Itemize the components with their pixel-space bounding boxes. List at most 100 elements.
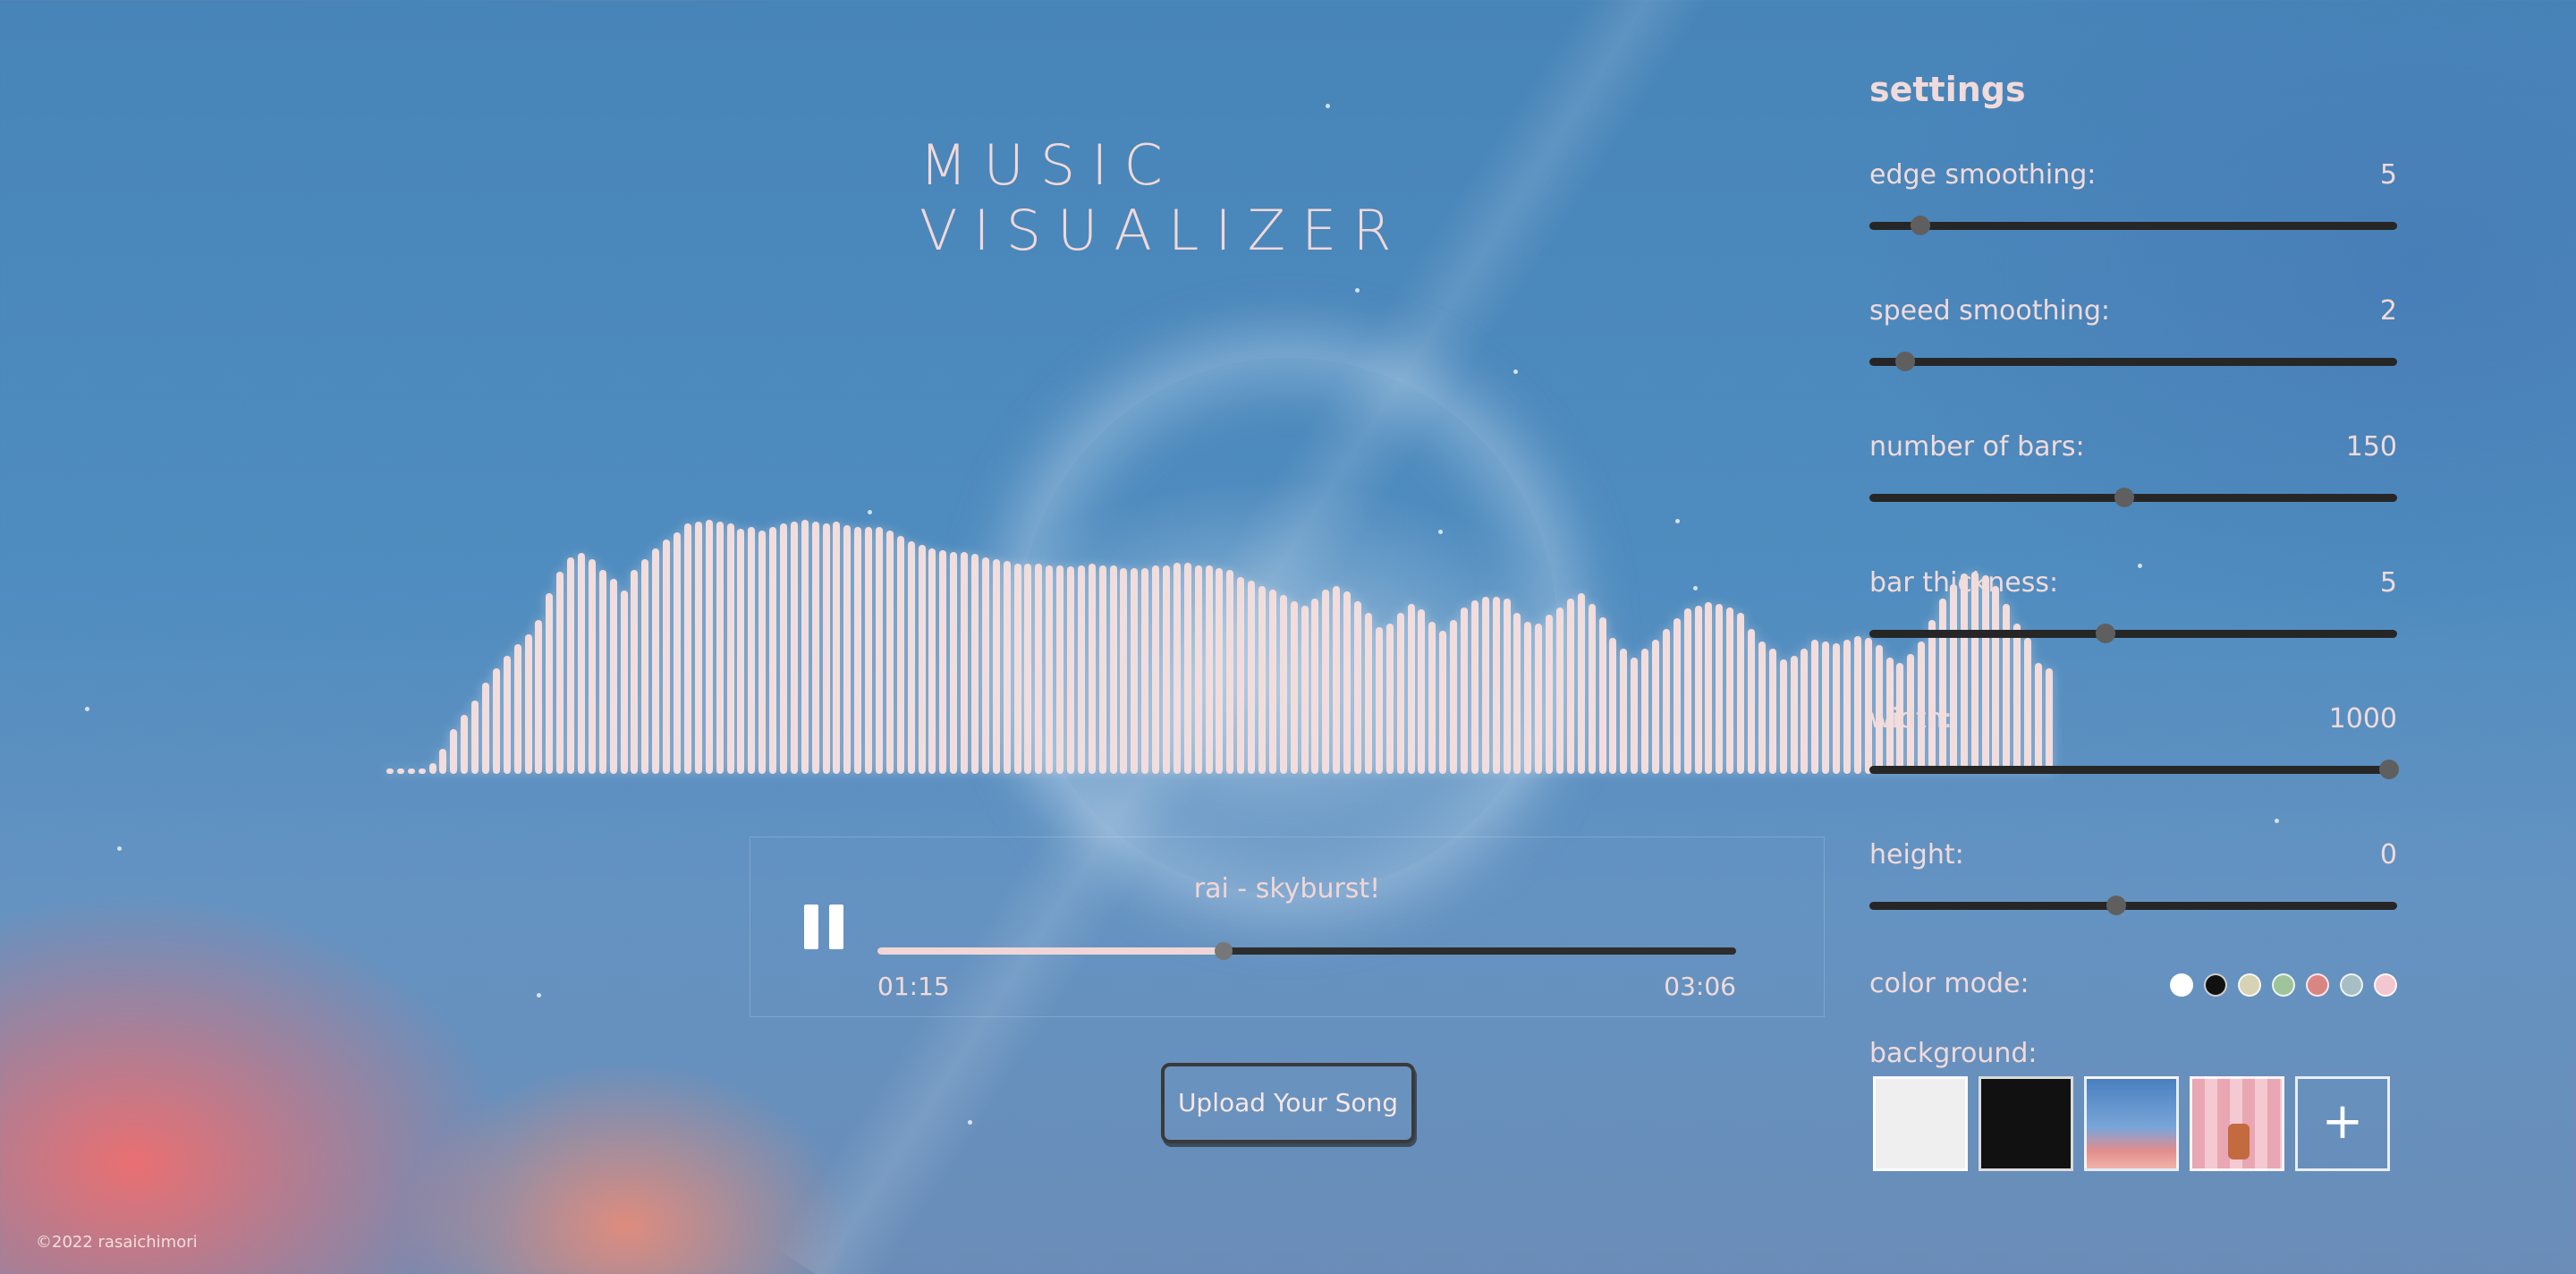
visualizer-bar (705, 520, 713, 774)
visualizer-bar (1481, 597, 1489, 774)
setting-row: height: 0 (1869, 825, 2397, 961)
setting-slider[interactable] (1869, 216, 2397, 235)
visualizer-bar (1248, 581, 1256, 774)
color-swatch[interactable] (2306, 973, 2329, 997)
visualizer-bar (556, 572, 564, 774)
color-mode-row: color mode: (1869, 961, 2397, 1038)
visualizer-bar (1035, 564, 1043, 774)
setting-label: height: (1869, 839, 1964, 871)
visualizer-bar (1620, 649, 1628, 774)
background-sky-option[interactable] (2084, 1076, 2179, 1171)
player-panel: rai - skyburst! 01:15 03:06 (750, 837, 1825, 1017)
visualizer-bar (843, 525, 852, 774)
background-black-option[interactable] (1979, 1076, 2073, 1171)
visualizer-bar (992, 559, 1000, 774)
slider-knob[interactable] (2106, 896, 2126, 915)
pause-icon[interactable] (802, 905, 845, 955)
background-white-option[interactable] (1873, 1076, 1968, 1171)
visualizer-bar (1492, 597, 1500, 774)
visualizer-bar (865, 527, 873, 774)
visualizer-bar (1375, 627, 1383, 774)
visualizer-bar (407, 769, 415, 774)
visualizer-bar (1098, 565, 1106, 774)
visualizer-bar (1216, 568, 1224, 774)
visualizer-bar (981, 557, 989, 774)
visualizer-bar (513, 644, 521, 774)
visualizer-bar (1268, 590, 1276, 774)
slider-knob[interactable] (2379, 760, 2400, 779)
visualizer-bar (1013, 564, 1021, 774)
visualizer-bar (461, 715, 469, 774)
visualizer-bar (1322, 590, 1330, 774)
color-swatch[interactable] (2374, 973, 2397, 997)
slider-knob[interactable] (2114, 488, 2134, 507)
color-mode-label: color mode: (1869, 968, 2029, 999)
progress-slider[interactable] (877, 942, 1736, 960)
visualizer-bar (609, 579, 617, 774)
visualizer-bar (1183, 563, 1191, 774)
setting-slider[interactable] (1869, 488, 2397, 507)
visualizer-bar (779, 523, 787, 774)
settings-list: edge smoothing: 5 speed smoothing: 2 number … (1869, 145, 2400, 961)
visualizer-bar (1109, 565, 1117, 774)
plus-icon[interactable]: + (2295, 1076, 2390, 1171)
visualizer-bar (758, 531, 767, 774)
slider-knob[interactable] (1911, 216, 1931, 235)
visualizer-bar (567, 557, 575, 774)
setting-label: speed smoothing: (1869, 295, 2111, 327)
star (85, 707, 89, 711)
setting-slider[interactable] (1869, 352, 2397, 371)
visualizer-bar (524, 634, 532, 774)
visualizer-bar (598, 570, 606, 774)
visualizer-bar (1385, 624, 1394, 774)
page-title: MUSIC VISUALIZER (919, 132, 1408, 263)
visualizer-bar (1396, 613, 1404, 774)
setting-row: speed smoothing: 2 (1869, 281, 2397, 417)
visualizer-bar (1152, 565, 1160, 774)
setting-value: 150 (2345, 431, 2397, 463)
copyright: ©2022 rasaichimori (36, 1233, 198, 1252)
visualizer-bar (1450, 620, 1458, 774)
visualizer-bar (535, 620, 543, 774)
background-pink-option[interactable] (2190, 1076, 2284, 1171)
visualizer-bar (396, 769, 404, 774)
visualizer-bar (1790, 656, 1798, 774)
visualizer-bar (1546, 615, 1554, 774)
upload-song-button[interactable]: Upload Your Song (1161, 1063, 1415, 1143)
visualizer-bar (1705, 602, 1713, 774)
visualizer-bar (1237, 577, 1245, 774)
visualizer-bar (471, 701, 479, 774)
background-label: background: (1869, 1038, 2038, 1069)
visualizer-bar (1003, 561, 1011, 774)
color-swatch[interactable] (2238, 973, 2261, 997)
visualizer-bar (1279, 595, 1287, 774)
color-swatch[interactable] (2340, 973, 2363, 997)
visualizer-bar (1566, 599, 1574, 774)
visualizer-bar (1577, 593, 1585, 774)
progress-fill (877, 947, 1224, 955)
visualizer-bar (1683, 608, 1691, 774)
color-swatch[interactable] (2204, 973, 2227, 997)
color-swatch[interactable] (2170, 973, 2193, 997)
visualizer-bar (1609, 638, 1617, 774)
setting-slider[interactable] (1869, 896, 2397, 915)
visualizer-bar (1301, 606, 1309, 774)
visualizer-bar (1428, 622, 1436, 774)
setting-slider[interactable] (1869, 760, 2400, 779)
star (1513, 369, 1518, 374)
visualizer-bar (578, 553, 586, 774)
visualizer-bar (631, 570, 639, 774)
visualizer-bar (1024, 564, 1032, 774)
slider-knob[interactable] (1895, 352, 1916, 371)
setting-row: bar thickness: 5 (1869, 553, 2397, 689)
visualizer-bar (1194, 565, 1202, 774)
visualizer-bar (1258, 586, 1267, 774)
visualizer-bar (1056, 565, 1064, 774)
visualizer-bar (1205, 565, 1213, 774)
setting-slider[interactable] (1869, 624, 2397, 643)
slider-knob[interactable] (2095, 624, 2115, 643)
color-swatch[interactable] (2272, 973, 2295, 997)
visualizer-bar (1801, 649, 1809, 774)
visualizer-bar (748, 527, 756, 774)
progress-knob[interactable] (1214, 942, 1233, 960)
